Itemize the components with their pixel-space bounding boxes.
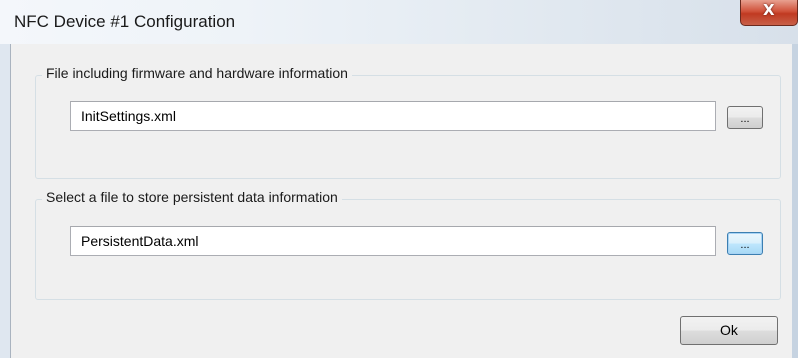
firmware-file-input[interactable]: InitSettings.xml [70,101,716,131]
persistent-browse-button[interactable]: ... [727,232,763,255]
title-bar[interactable]: NFC Device #1 Configuration X [0,0,798,44]
ok-button[interactable]: Ok [680,316,778,345]
persistent-group-label: Select a file to store persistent data i… [42,189,342,205]
close-button[interactable]: X [740,0,798,26]
dialog-client-area: File including firmware and hardware inf… [10,44,792,358]
config-dialog: NFC Device #1 Configuration X File inclu… [0,0,798,358]
persistent-file-input[interactable]: PersistentData.xml [70,226,716,256]
close-icon: X [763,1,775,19]
firmware-file-group: File including firmware and hardware inf… [35,65,781,179]
persistent-file-group: Select a file to store persistent data i… [35,189,781,300]
firmware-group-label: File including firmware and hardware inf… [42,65,352,81]
window-title: NFC Device #1 Configuration [14,12,236,31]
firmware-browse-button[interactable]: ... [727,106,763,129]
window-right-border [792,44,798,358]
